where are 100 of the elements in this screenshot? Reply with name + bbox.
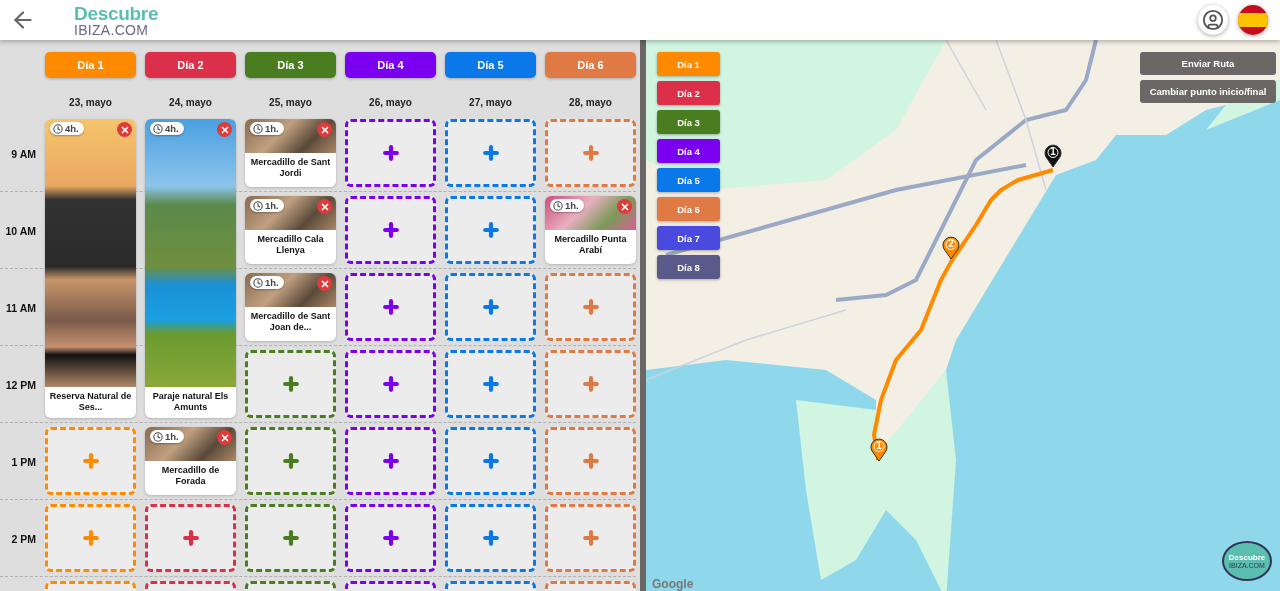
day-tab[interactable]: Día 6 — [545, 52, 636, 78]
plus-icon — [80, 528, 101, 548]
add-activity-button[interactable] — [445, 350, 536, 418]
activity-title: Mercadillo de Forada — [160, 464, 221, 488]
duration-badge: 1h. — [250, 199, 284, 212]
activity-card[interactable]: 1h. Mercadillo Cala Llenya — [245, 196, 336, 264]
activity-title: Mercadillo Cala Llenya — [256, 233, 325, 257]
add-activity-button[interactable] — [245, 504, 336, 572]
add-activity-button[interactable] — [545, 504, 636, 572]
close-icon — [619, 201, 630, 212]
activity-card[interactable]: 4h. Paraje natural Els Amunts — [145, 119, 236, 418]
day-filter-button[interactable]: Día 5 — [657, 168, 720, 192]
plus-icon — [480, 451, 501, 471]
hour-label: 11 AM — [6, 301, 36, 314]
map-pin[interactable]: 1 — [1044, 144, 1062, 168]
duration-badge: 1h. — [250, 122, 284, 135]
activity-card[interactable]: 1h. Mercadillo Punta Arabí — [545, 196, 636, 264]
day-filter-button[interactable]: Día 6 — [657, 197, 720, 221]
clock-icon — [153, 123, 163, 134]
clock-icon — [553, 200, 563, 211]
plus-icon — [280, 451, 301, 471]
activity-card[interactable]: 1h. Mercadillo de Forada — [145, 427, 236, 495]
day-tab[interactable]: Día 5 — [445, 52, 536, 78]
plus-icon — [580, 297, 601, 317]
duration-badge: 1h. — [150, 430, 184, 443]
add-activity-button[interactable] — [345, 350, 436, 418]
plus-icon — [380, 297, 401, 317]
user-profile-button[interactable] — [1198, 5, 1228, 35]
activity-card[interactable]: 1h. Mercadillo de Sant Joan de... — [245, 273, 336, 341]
add-activity-button[interactable] — [345, 196, 436, 264]
day-filter-button[interactable]: Día 4 — [657, 139, 720, 163]
clock-icon — [253, 123, 263, 134]
hour-label: 9 AM — [11, 147, 36, 160]
clock-icon — [53, 123, 63, 134]
close-icon — [319, 201, 330, 212]
close-icon — [319, 124, 330, 135]
day-date: 25, mayo — [269, 96, 312, 108]
close-icon — [319, 278, 330, 289]
plus-icon — [480, 374, 501, 394]
add-activity-button[interactable] — [445, 504, 536, 572]
add-activity-button[interactable] — [545, 427, 636, 495]
add-activity-button[interactable] — [545, 273, 636, 341]
close-icon — [219, 124, 230, 135]
activity-card[interactable]: 1h. Mercadillo de Sant Jordi — [245, 119, 336, 187]
add-activity-button[interactable] — [445, 273, 536, 341]
add-activity-button[interactable] — [345, 504, 436, 572]
hour-label: 1 PM — [11, 455, 36, 468]
day-date: 24, mayo — [169, 96, 212, 108]
add-activity-button[interactable] — [345, 119, 436, 187]
clock-icon — [253, 200, 263, 211]
plus-icon — [380, 143, 401, 163]
add-activity-button[interactable] — [345, 427, 436, 495]
day-filter-button[interactable]: Día 8 — [657, 255, 720, 279]
add-activity-button[interactable] — [245, 427, 336, 495]
add-activity-button[interactable] — [445, 427, 536, 495]
activity-card[interactable]: 4h. Reserva Natural de Ses... — [45, 119, 136, 418]
activity-title: Reserva Natural de Ses... — [48, 390, 133, 415]
close-icon — [119, 124, 130, 135]
plus-icon — [380, 528, 401, 548]
map-action-button[interactable]: Enviar Ruta — [1140, 52, 1276, 75]
plus-icon — [480, 528, 501, 548]
add-activity-button[interactable] — [545, 119, 636, 187]
plus-icon — [380, 374, 401, 394]
plus-icon — [480, 297, 501, 317]
activity-title: Mercadillo de Sant Jordi — [249, 156, 332, 180]
add-activity-button[interactable] — [545, 350, 636, 418]
hour-label: 10 AM — [5, 224, 36, 237]
flag-icon[interactable] — [1238, 5, 1268, 35]
day-tab[interactable]: Día 3 — [245, 52, 336, 78]
day-filter-button[interactable]: Día 3 — [657, 110, 720, 134]
activity-title: Mercadillo de Sant Joan de... — [249, 310, 332, 334]
duration-badge: 4h. — [150, 122, 184, 135]
plus-icon — [180, 528, 201, 548]
add-activity-button[interactable] — [445, 196, 536, 264]
plus-icon — [280, 374, 301, 394]
map-action-button[interactable]: Cambiar punto inicio/final — [1140, 80, 1276, 103]
day-filter-button[interactable]: Día 2 — [657, 81, 720, 105]
logo-text: Descubre — [74, 3, 159, 23]
add-activity-button[interactable] — [445, 119, 536, 187]
plus-icon — [380, 220, 401, 240]
day-date: 27, mayo — [469, 96, 512, 108]
add-activity-button[interactable] — [345, 273, 436, 341]
plus-icon — [580, 374, 601, 394]
add-activity-button[interactable] — [145, 504, 236, 572]
logo-text: IBIZA.COM — [74, 22, 150, 37]
duration-badge: 1h. — [250, 276, 284, 289]
day-date: 28, mayo — [569, 96, 612, 108]
day-tab[interactable]: Día 4 — [345, 52, 436, 78]
plus-icon — [480, 220, 501, 240]
activity-title: Paraje natural Els Amunts — [151, 390, 230, 415]
hour-label: 2 PM — [11, 532, 36, 545]
plus-icon — [580, 143, 601, 163]
hour-label: 12 PM — [5, 378, 36, 391]
duration-badge: 1h. — [550, 199, 584, 212]
plus-icon — [380, 451, 401, 471]
day-filter-button[interactable]: Día 7 — [657, 226, 720, 250]
plus-icon — [580, 451, 601, 471]
day-tab[interactable]: Día 2 — [145, 52, 236, 78]
day-date: 23, mayo — [69, 96, 112, 108]
add-activity-button[interactable] — [245, 350, 336, 418]
